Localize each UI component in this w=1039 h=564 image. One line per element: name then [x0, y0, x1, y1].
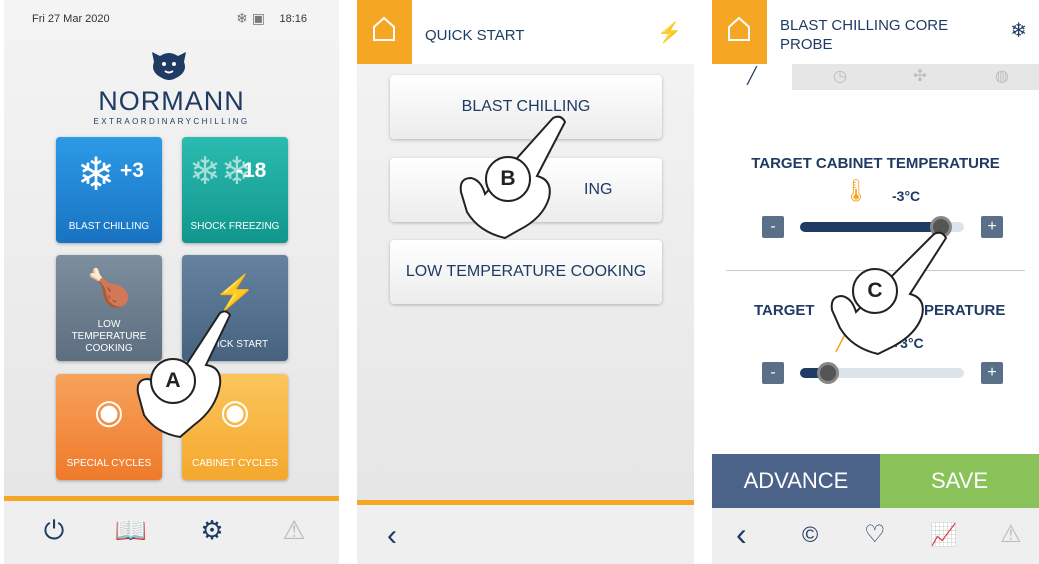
back-icon[interactable]: ‹ — [736, 516, 747, 553]
tile-shock-freezing[interactable]: ❄❄ -18 SHOCK FREEZING — [182, 137, 288, 243]
brand-tagline: EXTRAORDINARYCHILLING — [93, 117, 250, 126]
topbar: QUICK START ⚡ — [357, 0, 694, 64]
back-icon[interactable]: ‹ — [387, 519, 397, 553]
cabinet-temp-value: -3°C — [892, 188, 921, 204]
status-icons: ❄ ▣ — [236, 10, 265, 26]
house-icon — [728, 16, 750, 41]
option-label-partial-right: ING — [584, 181, 613, 198]
bottom-nav: ‹ © ♡ 📈 ⚠ — [712, 508, 1039, 564]
step-badge-a: A — [150, 358, 196, 404]
cabinet-decrease-button[interactable]: - — [762, 216, 784, 238]
alert-icon[interactable]: ⚠ — [1000, 520, 1022, 549]
bottom-nav: ‹ — [357, 500, 694, 564]
cabinet-temp-title: TARGET CABINET TEMPERATURE — [751, 155, 1000, 172]
tile-shock-value: -18 — [236, 159, 267, 182]
brand-name: NORMANN — [98, 86, 245, 116]
bear-logo-icon — [152, 52, 186, 80]
tab-timer-icon[interactable]: ◍ — [962, 64, 1039, 90]
page-title: BLAST CHILLING CORE PROBE — [780, 17, 949, 53]
step-badge-b: B — [485, 156, 531, 202]
core-probe-screen: BLAST CHILLING CORE PROBE ❄ ╱ ◷ ✣ ◍ TARG… — [712, 0, 1039, 564]
tab-bar: ╱ ◷ ✣ ◍ — [712, 64, 1039, 90]
tile-label: SPECIAL CYCLES — [66, 458, 152, 469]
tab-clock-icon[interactable]: ◷ — [800, 64, 880, 90]
advance-button[interactable]: ADVANCE — [712, 454, 880, 508]
probe-temp-slider[interactable] — [800, 362, 964, 384]
book-icon[interactable]: 📖 — [111, 515, 151, 549]
cabinet-increase-button[interactable]: + — [981, 216, 1003, 238]
house-icon — [373, 16, 395, 41]
step-badge-c: C — [852, 268, 898, 314]
home-button[interactable] — [712, 0, 767, 64]
tile-blast-chilling[interactable]: ❄ +3 BLAST CHILLING — [56, 137, 162, 243]
action-bar: ADVANCE SAVE — [712, 454, 1039, 508]
tile-label: CABINET CYCLES — [192, 458, 278, 469]
status-date: Fri 27 Mar 2020 — [32, 13, 110, 25]
heart-edit-icon[interactable]: ♡ — [864, 520, 886, 549]
copyright-icon[interactable]: © — [802, 522, 818, 548]
option-low-temperature-cooking[interactable]: LOW TEMPERATURE COOKING — [390, 240, 662, 304]
home-button[interactable] — [357, 0, 412, 64]
power-icon[interactable]: ⏻ — [34, 515, 74, 549]
tile-label: BLAST CHILLING — [68, 221, 150, 232]
bottom-nav: ⏻ 📖 ⚙ ⚠ — [4, 496, 339, 564]
probe-slider-knob[interactable] — [816, 362, 839, 384]
gears-icon[interactable]: ⚙ — [192, 515, 232, 549]
roast-chicken-icon: 🍗 — [86, 267, 132, 308]
snowflake-cluster-icon: ❄❄ — [189, 151, 253, 193]
chart-icon[interactable]: 📈 — [930, 522, 957, 548]
quick-start-icon: ⚡ — [657, 22, 682, 44]
alert-icon[interactable]: ⚠ — [274, 515, 314, 549]
home-screen: Fri 27 Mar 2020 ❄ ▣ 18:16 NORMANN EXTRAO… — [4, 0, 339, 564]
probe-decrease-button[interactable]: - — [762, 362, 784, 384]
page-title: QUICK START — [425, 27, 525, 44]
snowflake-probe-icon: ❄ — [1010, 20, 1027, 42]
topbar: BLAST CHILLING CORE PROBE ❄ — [712, 0, 1039, 64]
probe-increase-button[interactable]: + — [981, 362, 1003, 384]
tile-label: SHOCK FREEZING — [190, 221, 280, 232]
tile-blast-value: +3 — [120, 159, 144, 182]
tab-fan-icon[interactable]: ✣ — [880, 64, 960, 90]
save-button[interactable]: SAVE — [880, 454, 1039, 508]
status-bar: Fri 27 Mar 2020 ❄ ▣ 18:16 — [4, 0, 339, 30]
tab-probe-icon[interactable]: ╱ — [712, 64, 792, 90]
status-time: 18:16 — [279, 13, 307, 25]
quick-start-screen: QUICK START ⚡ BLAST CHILLING S ING LOW T… — [357, 0, 694, 564]
thermometer-icon: 🌡 — [842, 178, 870, 203]
